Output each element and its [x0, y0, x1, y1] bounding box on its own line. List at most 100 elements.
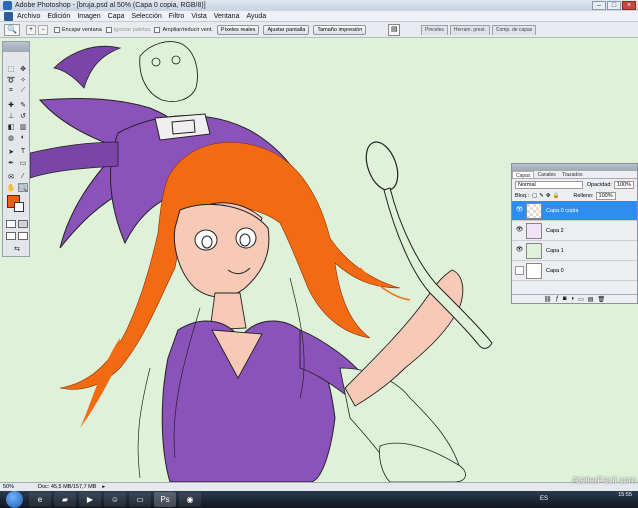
options-bar: 🔍 + − Encajar ventana Ignorar paletas Am… [0, 22, 638, 38]
new-layer-icon[interactable]: ▤ [588, 296, 594, 303]
imageready-jump-icon[interactable]: ⇆ [6, 244, 28, 253]
tab-capas[interactable]: Capas [512, 171, 535, 179]
tool-preset-picker[interactable]: 🔍 [4, 23, 20, 36]
tab-trazados[interactable]: Trazados [559, 171, 586, 178]
media-player-icon[interactable]: ▶ [79, 492, 101, 507]
menu-edicion[interactable]: Edición [47, 13, 70, 20]
ampliar-checkbox[interactable] [154, 26, 161, 33]
layer-row-capa-1[interactable]: 👁 Capa 1 [512, 241, 637, 261]
menu-capa[interactable]: Capa [108, 13, 125, 20]
status-arrow-icon[interactable]: ▸ [102, 484, 105, 490]
language-indicator[interactable]: ES [540, 496, 548, 502]
menu-seleccion[interactable]: Selección [131, 13, 161, 20]
zoom-tool-icon[interactable]: 🔍 [18, 183, 28, 192]
tools-palette-header[interactable] [3, 42, 29, 52]
layer-name: Capa 0 [546, 267, 564, 274]
watermark: AtelierFacil.com [571, 475, 636, 485]
gradient-tool-icon[interactable]: ▥ [18, 122, 28, 131]
healing-brush-icon[interactable]: ✚ [6, 100, 16, 109]
eye-icon[interactable]: 👁 [515, 246, 524, 255]
eye-icon[interactable]: 👁 [515, 206, 524, 215]
screen-mode-standard-icon[interactable] [6, 232, 16, 240]
crop-tool-icon[interactable]: ⌗ [6, 86, 16, 95]
history-brush-icon[interactable]: ↺ [18, 111, 28, 120]
close-button[interactable]: × [622, 1, 636, 10]
quickmask-mode-icon[interactable] [18, 220, 28, 228]
eye-icon[interactable]: 👁 [515, 226, 524, 235]
brush-tool-icon[interactable]: ✎ [18, 100, 28, 109]
tab-comp-capas[interactable]: Comp. de capas [491, 25, 537, 35]
ajustar-pantalla-button[interactable]: Ajustar pantalla [263, 24, 310, 35]
menu-bar: Archivo Edición Imagen Capa Selección Fi… [0, 11, 638, 22]
shape-tool-icon[interactable]: ▭ [18, 158, 28, 167]
layer-row-capa-0-copia[interactable]: 👁 Capa 0 copia [512, 201, 637, 221]
ignorar-checkbox[interactable] [105, 26, 112, 33]
zoom-level[interactable]: 50% [3, 484, 14, 490]
eraser-tool-icon[interactable]: ◧ [6, 122, 16, 131]
layer-row-capa-0[interactable]: Capa 0 [512, 261, 637, 281]
path-select-icon[interactable]: ➤ [6, 147, 16, 156]
zoom-out-button[interactable]: − [38, 24, 48, 35]
new-group-icon[interactable]: ▭ [578, 296, 584, 303]
zoom-in-button[interactable]: + [26, 24, 36, 35]
eyedropper-icon[interactable]: ⁄ [18, 172, 28, 181]
encajar-checkbox[interactable] [54, 26, 60, 33]
dodge-tool-icon[interactable]: ◐ [18, 133, 28, 142]
system-clock[interactable]: 15:55 [618, 492, 632, 499]
marquee-tool-icon[interactable]: ⬚ [6, 64, 16, 73]
layer-mask-icon[interactable]: ◙ [563, 296, 567, 302]
maximize-button[interactable]: □ [607, 1, 621, 10]
clock-time: 15:55 [618, 492, 632, 498]
tamano-impresion-button[interactable]: Tamaño impresión [313, 24, 367, 35]
menu-archivo[interactable]: Archivo [17, 13, 40, 20]
background-color-swatch[interactable] [14, 202, 24, 212]
menu-imagen[interactable]: Imagen [77, 13, 100, 20]
magic-wand-icon[interactable]: ✧ [18, 75, 28, 84]
tab-canales[interactable]: Canales [534, 171, 558, 178]
layer-row-capa-2[interactable]: 👁 Capa 2 [512, 221, 637, 241]
slice-tool-icon[interactable]: ⟋ [18, 86, 28, 95]
ampliar-label: Ampliar/reducir vent. [162, 26, 213, 33]
menu-ventana[interactable]: Ventana [214, 13, 240, 20]
fill-field[interactable]: 100% [595, 191, 616, 200]
tab-pinceles[interactable]: Pinceles [421, 25, 448, 35]
messenger-icon[interactable]: ☺ [104, 492, 126, 507]
layer-style-icon[interactable]: ƒ [556, 296, 559, 302]
menu-vista[interactable]: Vista [191, 13, 206, 20]
chrome-icon[interactable]: ◉ [179, 492, 201, 507]
blur-tool-icon[interactable]: ◍ [6, 133, 16, 142]
tab-herram-prest[interactable]: Herram. prest. [449, 25, 490, 35]
layers-panel-header[interactable] [512, 164, 637, 171]
ie-icon[interactable]: e [29, 492, 51, 507]
type-tool-icon[interactable]: T [18, 147, 28, 156]
folder-icon[interactable]: ▰ [54, 492, 76, 507]
pixeles-reales-button[interactable]: Píxeles reales [216, 24, 260, 35]
eye-hidden-icon[interactable] [515, 266, 524, 275]
lock-label: Bloq.: [515, 192, 530, 199]
blend-mode-select[interactable]: Normal [515, 180, 583, 189]
photoshop-taskbar-icon[interactable]: Ps [154, 492, 176, 507]
standard-mode-icon[interactable] [6, 220, 16, 228]
scanner-icon[interactable]: ▭ [129, 492, 151, 507]
delete-layer-icon[interactable]: 🗑 [597, 296, 605, 303]
stamp-tool-icon[interactable]: ⊥ [6, 111, 16, 120]
lock-fill-row: Bloq.: ▢✎✥🔒 Relleno: 100% [512, 190, 637, 201]
hand-tool-icon[interactable]: ✋ [6, 183, 16, 192]
move-tool-icon[interactable]: ✥ [18, 64, 28, 73]
menu-filtro[interactable]: Filtro [169, 13, 185, 20]
adjustment-layer-icon[interactable]: ◑ [571, 296, 575, 302]
screen-mode-full-icon[interactable] [18, 232, 28, 240]
photoshop-window: Adobe Photoshop - [bruja.psd al 50% (Cap… [0, 0, 638, 508]
windows-taskbar: e ▰ ▶ ☺ ▭ Ps ◉ ES 15:55 [0, 491, 638, 508]
status-bar: 50% Doc: 45,5 MB/157,7 MB ▸ [0, 482, 638, 491]
menu-ayuda[interactable]: Ayuda [246, 13, 266, 20]
lasso-tool-icon[interactable]: ➰ [6, 75, 16, 84]
notes-tool-icon[interactable]: ✉ [6, 172, 16, 181]
lock-icons[interactable]: ▢✎✥🔒 [532, 193, 561, 199]
opacity-field[interactable]: 100% [613, 180, 634, 189]
link-layers-icon[interactable]: ⛓ [544, 296, 552, 303]
pen-tool-icon[interactable]: ✒ [6, 158, 16, 167]
palette-well-icon[interactable]: ▤ [388, 23, 401, 36]
windows-start-icon[interactable] [6, 491, 23, 508]
minimize-button[interactable]: – [592, 1, 606, 10]
